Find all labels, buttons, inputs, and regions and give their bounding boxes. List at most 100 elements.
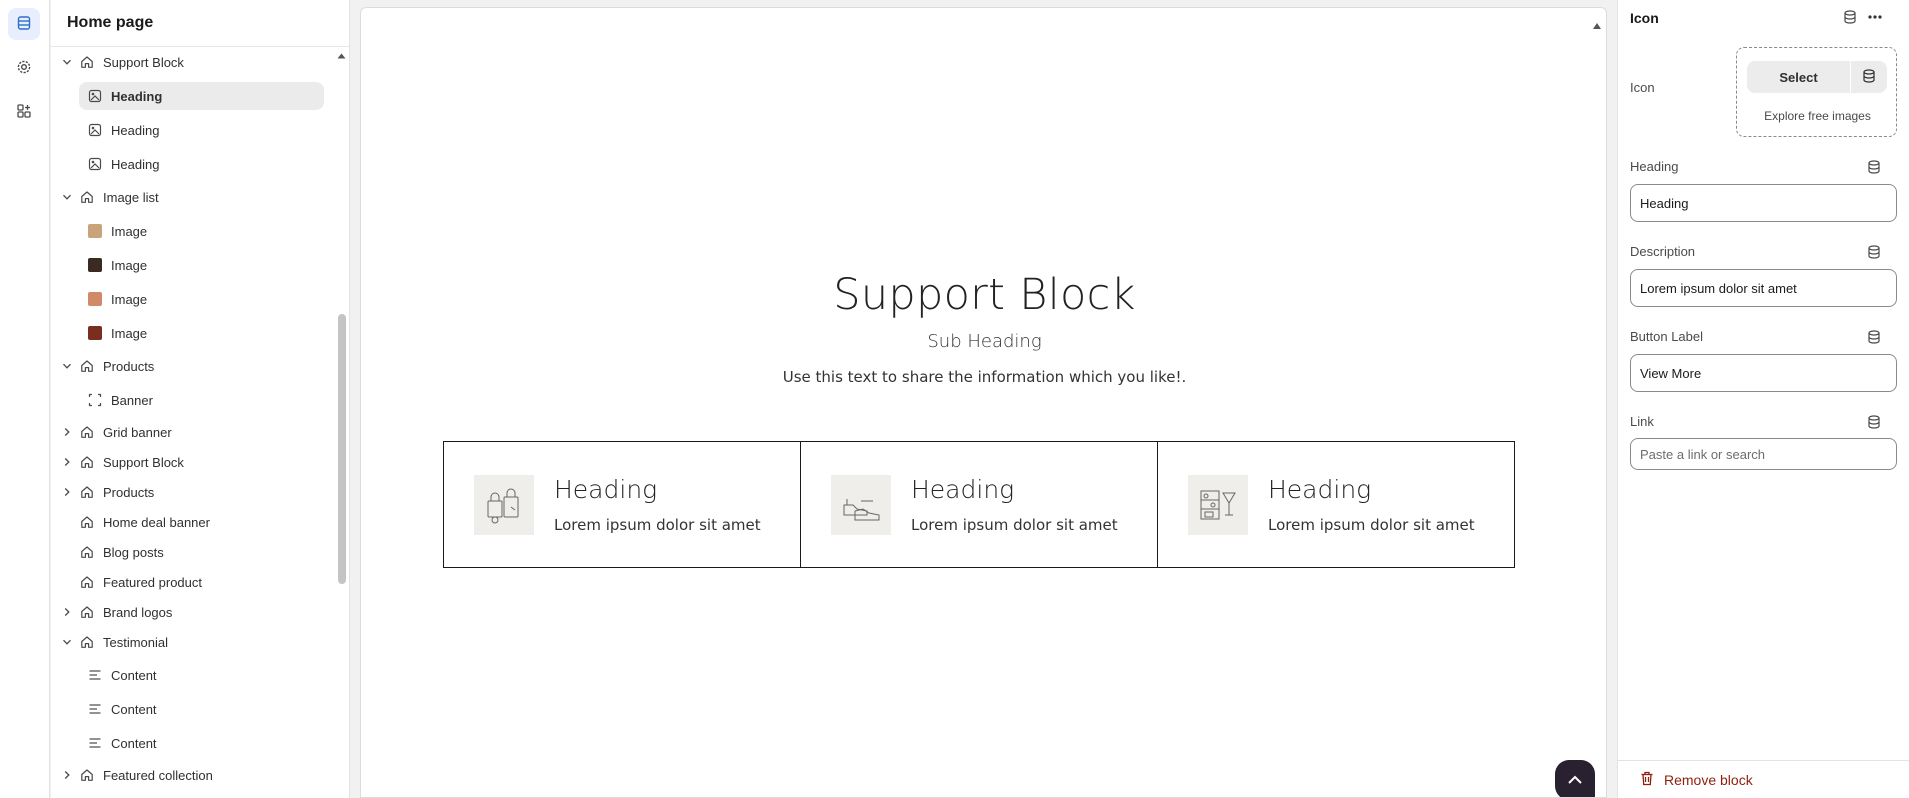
chevron-right-icon[interactable] (59, 604, 75, 620)
chevron-down-icon[interactable] (59, 358, 75, 374)
panel-actions (1843, 10, 1883, 27)
chevron-right-icon[interactable] (59, 424, 75, 440)
image-thumbnail (88, 224, 102, 238)
image-thumbnail (88, 292, 102, 306)
sections-icon (16, 15, 32, 34)
tree-section-brand-logos[interactable]: Brand logos (59, 598, 319, 626)
house-icon (79, 54, 95, 70)
tree-section-featured-collection[interactable]: Featured collection (59, 761, 319, 789)
tree-item-label: Home deal banner (103, 514, 210, 530)
tree-section-support-block[interactable]: Support Block (59, 448, 319, 476)
card-text: Lorem ipsum dolor sit amet (1268, 516, 1475, 534)
remove-block-button[interactable]: Remove block (1664, 772, 1753, 788)
shopping-bags-icon (474, 474, 534, 535)
select-image-button[interactable]: Select (1747, 61, 1850, 93)
sections-sidebar: Home page Support Block Heading Heading Hea… (51, 0, 350, 798)
tree-block-heading[interactable]: Heading (79, 116, 324, 144)
tree-section-grid-banner[interactable]: Grid banner (59, 418, 319, 446)
tree-block-banner[interactable]: Banner (79, 386, 324, 414)
tree-section-products[interactable]: Products (59, 352, 319, 380)
image-heading-icon (87, 88, 103, 104)
shoes-icon (831, 474, 891, 535)
preview-scroll-thumb[interactable] (1606, 175, 1607, 215)
support-card[interactable]: Heading Lorem ipsum dolor sit amet (444, 442, 801, 567)
tree-section-home-deal-banner[interactable]: Home deal banner (59, 508, 319, 536)
more-actions-icon[interactable] (1867, 10, 1883, 27)
icon-label: Icon (1630, 80, 1655, 95)
panel-footer: Remove block (1618, 760, 1909, 798)
tree-item-label: Image list (103, 189, 159, 205)
chevron-right-icon[interactable] (59, 767, 75, 783)
tree-block-image[interactable]: Image (79, 319, 324, 347)
chevron-right-icon[interactable] (59, 484, 75, 500)
preview-scroll-up-icon[interactable] (1592, 18, 1602, 29)
tree-block-content[interactable]: Content (79, 661, 324, 689)
tree-item-label: Testimonial (103, 634, 169, 650)
button-label-dynamic-source-icon[interactable] (1867, 330, 1883, 346)
tree-item-label: Content (111, 735, 157, 751)
heading-field[interactable]: Heading (1630, 184, 1897, 222)
tree-section-support-block[interactable]: Support Block (59, 48, 319, 76)
tree-block-content[interactable]: Content (79, 695, 324, 723)
heading-label: Heading (1630, 159, 1679, 174)
description-dynamic-source-icon[interactable] (1867, 245, 1883, 261)
support-card[interactable]: Heading Lorem ipsum dolor sit amet (801, 442, 1158, 567)
sections-rail-button[interactable] (8, 8, 40, 40)
tree-block-heading[interactable]: Heading (79, 82, 324, 110)
tree-block-image[interactable]: Image (79, 285, 324, 313)
text-lines-icon (87, 701, 103, 717)
description-field[interactable]: Lorem ipsum dolor sit amet (1630, 269, 1897, 307)
tree-item-label: Featured product (103, 574, 203, 590)
button-label-field[interactable]: View More (1630, 354, 1897, 392)
trash-icon[interactable] (1640, 771, 1654, 789)
button-label-label: Button Label (1630, 329, 1704, 344)
house-icon (79, 454, 95, 470)
block-settings-panel: Icon Icon Select Explore free images Hea… (1617, 0, 1909, 798)
tree-item-label: Image (111, 325, 148, 341)
tree-item-label: Heading (111, 156, 160, 172)
explore-free-images-link[interactable]: Explore free images (1737, 109, 1898, 123)
tree-section-testimonial[interactable]: Testimonial (59, 628, 319, 656)
card-heading: Heading (911, 475, 1015, 504)
apps-rail-button[interactable] (8, 96, 40, 128)
card-heading: Heading (554, 475, 658, 504)
sidebar-scroll-thumb[interactable] (338, 314, 346, 584)
dynamic-source-icon[interactable] (1843, 10, 1857, 27)
tree-section-products[interactable]: Products (59, 478, 319, 506)
image-dynamic-source-button[interactable] (1851, 61, 1887, 93)
icon-image-picker: Select Explore free images (1736, 47, 1897, 137)
house-icon (79, 484, 95, 500)
card-text: Lorem ipsum dolor sit amet (911, 516, 1118, 534)
house-icon (79, 424, 95, 440)
image-thumbnail (88, 326, 102, 340)
image-thumbnail (88, 258, 102, 272)
chevron-down-icon[interactable] (59, 189, 75, 205)
tree-block-image[interactable]: Image (79, 217, 324, 245)
tree-section-image-list[interactable]: Image list (59, 183, 319, 211)
chevron-right-icon[interactable] (59, 454, 75, 470)
support-card[interactable]: Heading Lorem ipsum dolor sit amet (1158, 442, 1514, 567)
tree-block-heading[interactable]: Heading (79, 150, 324, 178)
tree-item-label: Heading (111, 122, 160, 138)
card-text: Lorem ipsum dolor sit amet (554, 516, 761, 534)
back-to-top-button[interactable] (1555, 760, 1595, 797)
tree-block-image[interactable]: Image (79, 251, 324, 279)
heading-dynamic-source-icon[interactable] (1867, 160, 1883, 176)
tree-block-content[interactable]: Content (79, 729, 324, 757)
house-icon (79, 767, 95, 783)
tree-section-featured-product[interactable]: Featured product (59, 568, 319, 596)
image-heading-icon (87, 156, 103, 172)
chevron-down-icon[interactable] (59, 54, 75, 70)
image-heading-icon (87, 122, 103, 138)
house-icon (79, 514, 95, 530)
gear-icon (16, 59, 32, 78)
tree-section-blog-posts[interactable]: Blog posts (59, 538, 319, 566)
tree-item-label: Brand logos (103, 604, 173, 620)
link-dynamic-source-icon[interactable] (1867, 415, 1883, 431)
shelf-cocktail-icon (1188, 474, 1248, 535)
tree-item-label: Support Block (103, 54, 184, 70)
link-input[interactable]: Paste a link or search (1630, 438, 1897, 470)
chevron-down-icon[interactable] (59, 634, 75, 650)
settings-rail-button[interactable] (8, 52, 40, 84)
tree-item-label: Image (111, 291, 148, 307)
